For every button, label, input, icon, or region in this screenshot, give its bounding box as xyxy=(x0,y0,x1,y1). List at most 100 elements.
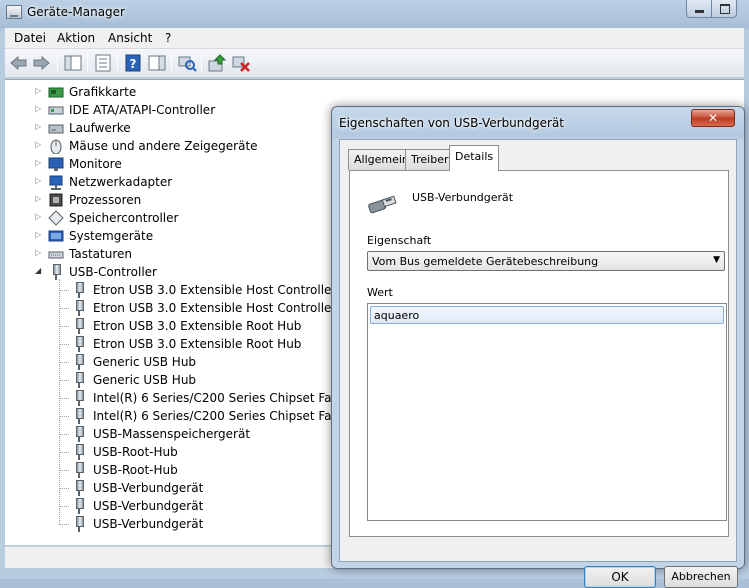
device-manager-app-icon xyxy=(6,5,22,19)
usb-device-label: USB-Root-Hub xyxy=(93,463,178,477)
tree-category-laufwerke[interactable]: ▷ Laufwerke xyxy=(35,119,335,137)
tab-details[interactable]: Details xyxy=(449,145,500,171)
dialog-client-area: Allgemein Treiber Details USB-Verbundger… xyxy=(339,139,738,588)
usb-device-item[interactable]: Etron USB 3.0 Extensible Root Hub xyxy=(59,335,349,353)
show-hide-tree-icon[interactable] xyxy=(63,54,83,72)
tree-connector-line xyxy=(59,434,69,435)
usb-device-item[interactable]: USB-Root-Hub xyxy=(59,461,349,479)
expand-arrow-icon[interactable]: ▷ xyxy=(35,248,41,257)
minimize-button[interactable] xyxy=(686,0,712,18)
usb-device-label: USB-Verbundgerät xyxy=(93,481,204,495)
close-button[interactable]: ✕ xyxy=(691,109,735,127)
collapse-arrow-icon[interactable]: ◢ xyxy=(35,266,41,275)
usb-device-item[interactable]: Etron USB 3.0 Extensible Host Controller xyxy=(59,281,349,299)
usb-icon xyxy=(74,300,84,316)
usb-device-icon xyxy=(368,195,397,214)
cancel-button[interactable]: Abbrechen xyxy=(664,566,738,588)
tree-category-label: Speichercontroller xyxy=(69,211,179,225)
usb-icon xyxy=(74,408,84,424)
expand-arrow-icon[interactable]: ▷ xyxy=(35,122,41,131)
network-adapter-icon xyxy=(49,175,63,190)
usb-device-item[interactable]: Intel(R) 6 Series/C200 Series Chipset Fa… xyxy=(59,389,377,407)
usb-device-item[interactable]: USB-Verbundgerät xyxy=(59,497,349,515)
dialog-title: Eigenschaften von USB-Verbundgerät xyxy=(339,116,565,130)
tree-connector-line xyxy=(59,380,69,381)
usb-icon xyxy=(74,318,84,334)
window-title: Geräte-Manager xyxy=(27,5,125,19)
system-device-icon xyxy=(48,230,64,242)
expand-arrow-icon[interactable]: ▷ xyxy=(35,194,41,203)
tree-category-maeuse[interactable]: ▷ Mäuse und andere Zeigegeräte xyxy=(35,137,335,155)
title-bar[interactable]: Geräte-Manager xyxy=(0,0,749,26)
expand-arrow-icon[interactable]: ▷ xyxy=(35,176,41,185)
expand-arrow-icon[interactable]: ▷ xyxy=(35,158,41,167)
tree-category-systemgeraete[interactable]: ▷ Systemgeräte xyxy=(35,227,335,245)
expand-arrow-icon[interactable]: ▷ xyxy=(35,104,41,113)
usb-device-item[interactable]: Etron USB 3.0 Extensible Root Hub xyxy=(59,317,349,335)
tree-category-tastaturen[interactable]: ▷ Tastaturen xyxy=(35,245,335,263)
menu-datei[interactable]: Datei xyxy=(14,31,46,45)
tree-connector-line xyxy=(59,398,69,399)
value-list[interactable]: aquaero xyxy=(367,303,727,521)
update-driver-icon[interactable] xyxy=(207,54,227,72)
tree-category-speichercontroller[interactable]: ▷ Speichercontroller xyxy=(35,209,335,227)
usb-device-item[interactable]: Etron USB 3.0 Extensible Host Controller xyxy=(59,299,349,317)
menu-help[interactable]: ? xyxy=(165,31,171,45)
usb-icon xyxy=(74,444,84,460)
tree-category-netzwerk[interactable]: ▷ Netzwerkadapter xyxy=(35,173,335,191)
uninstall-icon[interactable] xyxy=(231,54,251,72)
help-icon[interactable]: ? xyxy=(123,54,143,72)
usb-device-item[interactable]: USB-Verbundgerät xyxy=(59,515,349,533)
tree-category-prozessoren[interactable]: ▷ Prozessoren xyxy=(35,191,335,209)
usb-icon xyxy=(74,354,84,370)
usb-device-item[interactable]: Generic USB Hub xyxy=(59,371,349,389)
usb-device-item[interactable]: Generic USB Hub xyxy=(59,353,349,371)
expand-arrow-icon[interactable]: ▷ xyxy=(35,212,41,221)
forward-arrow-icon[interactable] xyxy=(31,54,51,72)
usb-device-label: Etron USB 3.0 Extensible Host Controller xyxy=(93,301,337,315)
usb-device-label: Generic USB Hub xyxy=(93,355,197,369)
tree-category-label: Grafikkarte xyxy=(69,85,137,99)
scan-hardware-icon[interactable] xyxy=(177,54,197,72)
tree-category-label: USB-Controller xyxy=(69,265,157,279)
disk-drive-icon xyxy=(48,124,64,134)
maximize-button[interactable] xyxy=(711,0,737,18)
expand-arrow-icon[interactable]: ▷ xyxy=(35,86,41,95)
tree-category-label: Monitore xyxy=(69,157,122,171)
tree-category-label: Tastaturen xyxy=(69,247,132,261)
tree-category-grafikkarte[interactable]: ▷ Grafikkarte xyxy=(35,83,335,101)
usb-device-item[interactable]: USB-Verbundgerät xyxy=(59,479,349,497)
usb-device-item[interactable]: USB-Root-Hub xyxy=(59,443,349,461)
tree-category-usb-controller[interactable]: ◢ USB-Controller xyxy=(35,263,335,281)
expand-arrow-icon[interactable]: ▷ xyxy=(35,230,41,239)
property-label: Eigenschaft xyxy=(367,234,432,247)
monitor-icon xyxy=(48,157,64,171)
display-adapter-icon xyxy=(48,87,64,98)
action-pane-icon[interactable] xyxy=(147,54,167,72)
property-select[interactable]: Vom Bus gemeldete Gerätebeschreibung ▼ xyxy=(367,251,725,271)
tree-category-ide[interactable]: ▷ IDE ATA/ATAPI-Controller xyxy=(35,101,335,119)
ok-button[interactable]: OK xyxy=(584,566,656,588)
menu-aktion[interactable]: Aktion xyxy=(57,31,95,45)
back-arrow-icon[interactable] xyxy=(9,54,29,72)
value-list-item[interactable]: aquaero xyxy=(370,306,724,324)
usb-device-item[interactable]: USB-Massenspeichergerät xyxy=(59,425,349,443)
mouse-icon xyxy=(50,139,62,154)
usb-icon xyxy=(74,372,84,388)
tree-connector-line xyxy=(59,524,69,525)
tree-category-label: Laufwerke xyxy=(69,121,131,135)
usb-device-label: USB-Massenspeichergerät xyxy=(93,427,251,441)
properties-dialog: Eigenschaften von USB-Verbundgerät ✕ All… xyxy=(331,106,745,588)
tab-treiber[interactable]: Treiber xyxy=(405,149,455,170)
usb-icon xyxy=(74,516,84,532)
expand-arrow-icon[interactable]: ▷ xyxy=(35,140,41,149)
tree-connector-line xyxy=(59,488,69,489)
properties-icon[interactable] xyxy=(93,54,113,72)
tree-connector-line xyxy=(59,506,69,507)
tree-category-label: Mäuse und andere Zeigegeräte xyxy=(69,139,258,153)
tree-category-label: IDE ATA/ATAPI-Controller xyxy=(69,103,216,117)
usb-device-item[interactable]: Intel(R) 6 Series/C200 Series Chipset Fa… xyxy=(59,407,377,425)
tree-category-monitore[interactable]: ▷ Monitore xyxy=(35,155,335,173)
menu-ansicht[interactable]: Ansicht xyxy=(108,31,152,45)
storage-controller-icon xyxy=(48,210,64,226)
